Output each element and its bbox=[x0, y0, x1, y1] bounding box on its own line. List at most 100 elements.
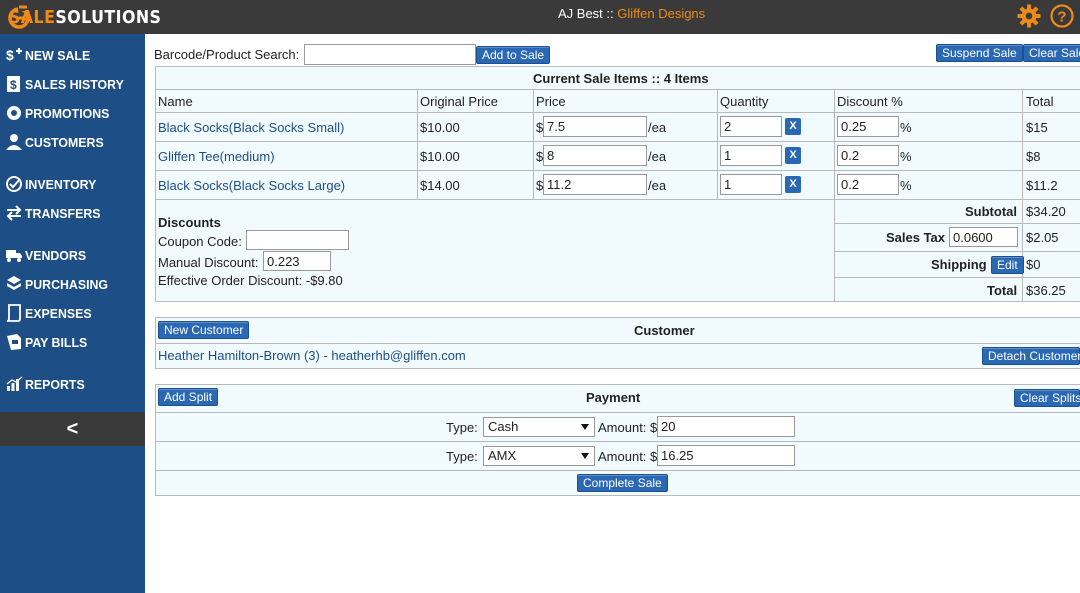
sidebar-item-sales-history[interactable]: $ SALES HISTORY bbox=[0, 72, 145, 96]
item-original-price: $10.00 bbox=[420, 149, 460, 164]
payment-amount-input[interactable]: 20 bbox=[657, 416, 795, 437]
sidebar-item-label: REPORTS bbox=[25, 376, 85, 392]
item-price-input[interactable]: 11.2 bbox=[543, 174, 647, 195]
total-value: $36.25 bbox=[1026, 283, 1066, 298]
svg-text:$: $ bbox=[10, 78, 17, 92]
item-name-link[interactable]: Gliffen Tee(medium) bbox=[158, 149, 275, 164]
item-original-price: $10.00 bbox=[420, 120, 460, 135]
help-icon[interactable]: ? bbox=[1050, 4, 1074, 28]
sidebar-item-label: EXPENSES bbox=[25, 305, 92, 321]
clear-splits-button[interactable]: Clear Splits bbox=[1014, 389, 1080, 407]
logo-sale-text: SALE bbox=[9, 6, 56, 28]
sidebar-item-customers[interactable]: CUSTOMERS bbox=[0, 130, 145, 154]
sidebar-item-vendors[interactable]: VENDORS bbox=[0, 243, 145, 267]
logo-solutions-text: SOLUTIONS bbox=[55, 6, 162, 28]
column-header-name: Name bbox=[158, 94, 193, 109]
sidebar-item-label: CUSTOMERS bbox=[25, 134, 104, 150]
coupon-code-label: Coupon Code: bbox=[158, 234, 242, 249]
sidebar-item-label: INVENTORY bbox=[25, 176, 97, 192]
clear-sale-button[interactable]: Clear Sale bbox=[1023, 44, 1080, 62]
payment-type-value: Cash bbox=[488, 419, 519, 434]
shipping-value: $0 bbox=[1026, 257, 1041, 272]
sidebar-item-purchasing[interactable]: PURCHASING bbox=[0, 272, 145, 296]
sidebar-item-transfers[interactable]: TRANSFERS bbox=[0, 201, 145, 225]
sales-tax-input[interactable]: 0.0600 bbox=[949, 227, 1018, 247]
item-name-link[interactable]: Black Socks(Black Socks Small) bbox=[158, 120, 344, 135]
truck-icon bbox=[6, 250, 22, 262]
detach-customer-button[interactable]: Detach Customer bbox=[982, 347, 1080, 365]
item-name-link[interactable]: Black Socks(Black Socks Large) bbox=[158, 178, 345, 193]
payment-amount-input[interactable]: 16.25 bbox=[657, 445, 795, 466]
payment-type-select[interactable]: AMX bbox=[483, 446, 595, 466]
remove-item-button[interactable]: X bbox=[785, 118, 801, 135]
item-original-price: $14.00 bbox=[420, 178, 460, 193]
payment-type-select[interactable]: Cash bbox=[483, 417, 595, 437]
check-circle-icon bbox=[6, 176, 22, 192]
gear-icon[interactable] bbox=[1017, 4, 1041, 28]
sidebar-collapse-button[interactable]: < bbox=[0, 412, 145, 446]
column-header-original-price: Original Price bbox=[420, 94, 499, 109]
shipping-edit-button[interactable]: Edit bbox=[991, 256, 1024, 274]
sidebar: $ NEW SALE $ SALES HISTORY PROMOTIONS CU… bbox=[0, 34, 145, 593]
coupon-code-input[interactable] bbox=[246, 230, 349, 250]
item-discount-input[interactable]: 0.2 bbox=[837, 174, 899, 195]
add-split-button[interactable]: Add Split bbox=[158, 388, 219, 406]
manual-discount-input[interactable]: 0.223 bbox=[263, 251, 331, 271]
customer-link[interactable]: Heather Hamilton-Brown (3) - heatherhb@g… bbox=[158, 348, 466, 363]
sidebar-item-label: TRANSFERS bbox=[25, 205, 101, 221]
sidebar-item-label: SALES HISTORY bbox=[25, 76, 124, 92]
item-quantity-input[interactable]: 1 bbox=[720, 174, 782, 195]
payment-amount-label: Amount: bbox=[598, 420, 647, 435]
item-discount-input[interactable]: 0.2 bbox=[837, 145, 899, 166]
bill-icon bbox=[7, 334, 21, 350]
item-discount-input[interactable]: 0.25 bbox=[837, 116, 899, 137]
customer-title: Customer bbox=[634, 323, 695, 338]
item-price-unit: /ea bbox=[648, 178, 667, 193]
remove-item-button[interactable]: X bbox=[785, 176, 801, 193]
shipping-label: Shipping bbox=[931, 257, 987, 272]
suspend-sale-button[interactable]: Suspend Sale bbox=[936, 44, 1023, 62]
item-price-unit: /ea bbox=[648, 120, 667, 135]
sidebar-item-promotions[interactable]: PROMOTIONS bbox=[0, 101, 145, 125]
sidebar-item-expenses[interactable]: EXPENSES bbox=[0, 301, 145, 325]
item-total: $8 bbox=[1026, 149, 1041, 164]
bar-chart-icon bbox=[6, 376, 23, 391]
item-quantity-input[interactable]: 1 bbox=[720, 145, 782, 166]
dollar-doc-icon: $ bbox=[7, 76, 20, 92]
sidebar-item-reports[interactable]: REPORTS bbox=[0, 372, 145, 396]
sidebar-item-inventory[interactable]: INVENTORY bbox=[0, 172, 145, 196]
new-customer-button[interactable]: New Customer bbox=[158, 321, 250, 339]
complete-sale-button[interactable]: Complete Sale bbox=[577, 474, 668, 492]
sidebar-item-label: NEW SALE bbox=[25, 47, 91, 63]
sidebar-item-pay-bills[interactable]: PAY BILLS bbox=[0, 330, 145, 354]
svg-text:$: $ bbox=[6, 47, 14, 63]
item-quantity-input[interactable]: 2 bbox=[720, 116, 782, 137]
item-discount-pct: % bbox=[900, 178, 912, 193]
boxes-icon bbox=[7, 276, 21, 290]
payment-type-value: AMX bbox=[488, 448, 517, 463]
user-name: AJ Best bbox=[558, 6, 603, 21]
add-to-sale-button[interactable]: Add to Sale bbox=[476, 46, 551, 64]
sidebar-item-label: VENDORS bbox=[25, 247, 87, 263]
barcode-search-input[interactable] bbox=[304, 44, 476, 65]
sales-tax-label: Sales Tax bbox=[886, 230, 946, 245]
item-total: $11.2 bbox=[1026, 178, 1058, 193]
app-logo[interactable]: SALESOLUTIONS bbox=[8, 4, 161, 30]
payment-title: Payment bbox=[586, 390, 641, 405]
svg-text:?: ? bbox=[1057, 9, 1066, 26]
subtotal-value: $34.20 bbox=[1026, 204, 1066, 219]
top-bar: SALESOLUTIONS AJ Best :: Gliffen Designs… bbox=[0, 0, 1080, 34]
sidebar-item-new-sale[interactable]: $ NEW SALE bbox=[0, 43, 145, 67]
manual-discount-label: Manual Discount: bbox=[158, 255, 259, 270]
badge-icon bbox=[7, 106, 21, 120]
column-header-price: Price bbox=[536, 94, 566, 109]
company-name: Gliffen Designs bbox=[617, 6, 706, 21]
payment-amount-label: Amount: bbox=[598, 449, 647, 464]
remove-item-button[interactable]: X bbox=[785, 147, 801, 164]
chevron-down-icon bbox=[581, 424, 589, 430]
item-price-input[interactable]: 8 bbox=[543, 145, 647, 166]
column-header-discount: Discount % bbox=[837, 94, 903, 109]
item-price-input[interactable]: 7.5 bbox=[543, 116, 647, 137]
search-label: Barcode/Product Search: bbox=[154, 47, 300, 62]
item-discount-pct: % bbox=[900, 120, 912, 135]
